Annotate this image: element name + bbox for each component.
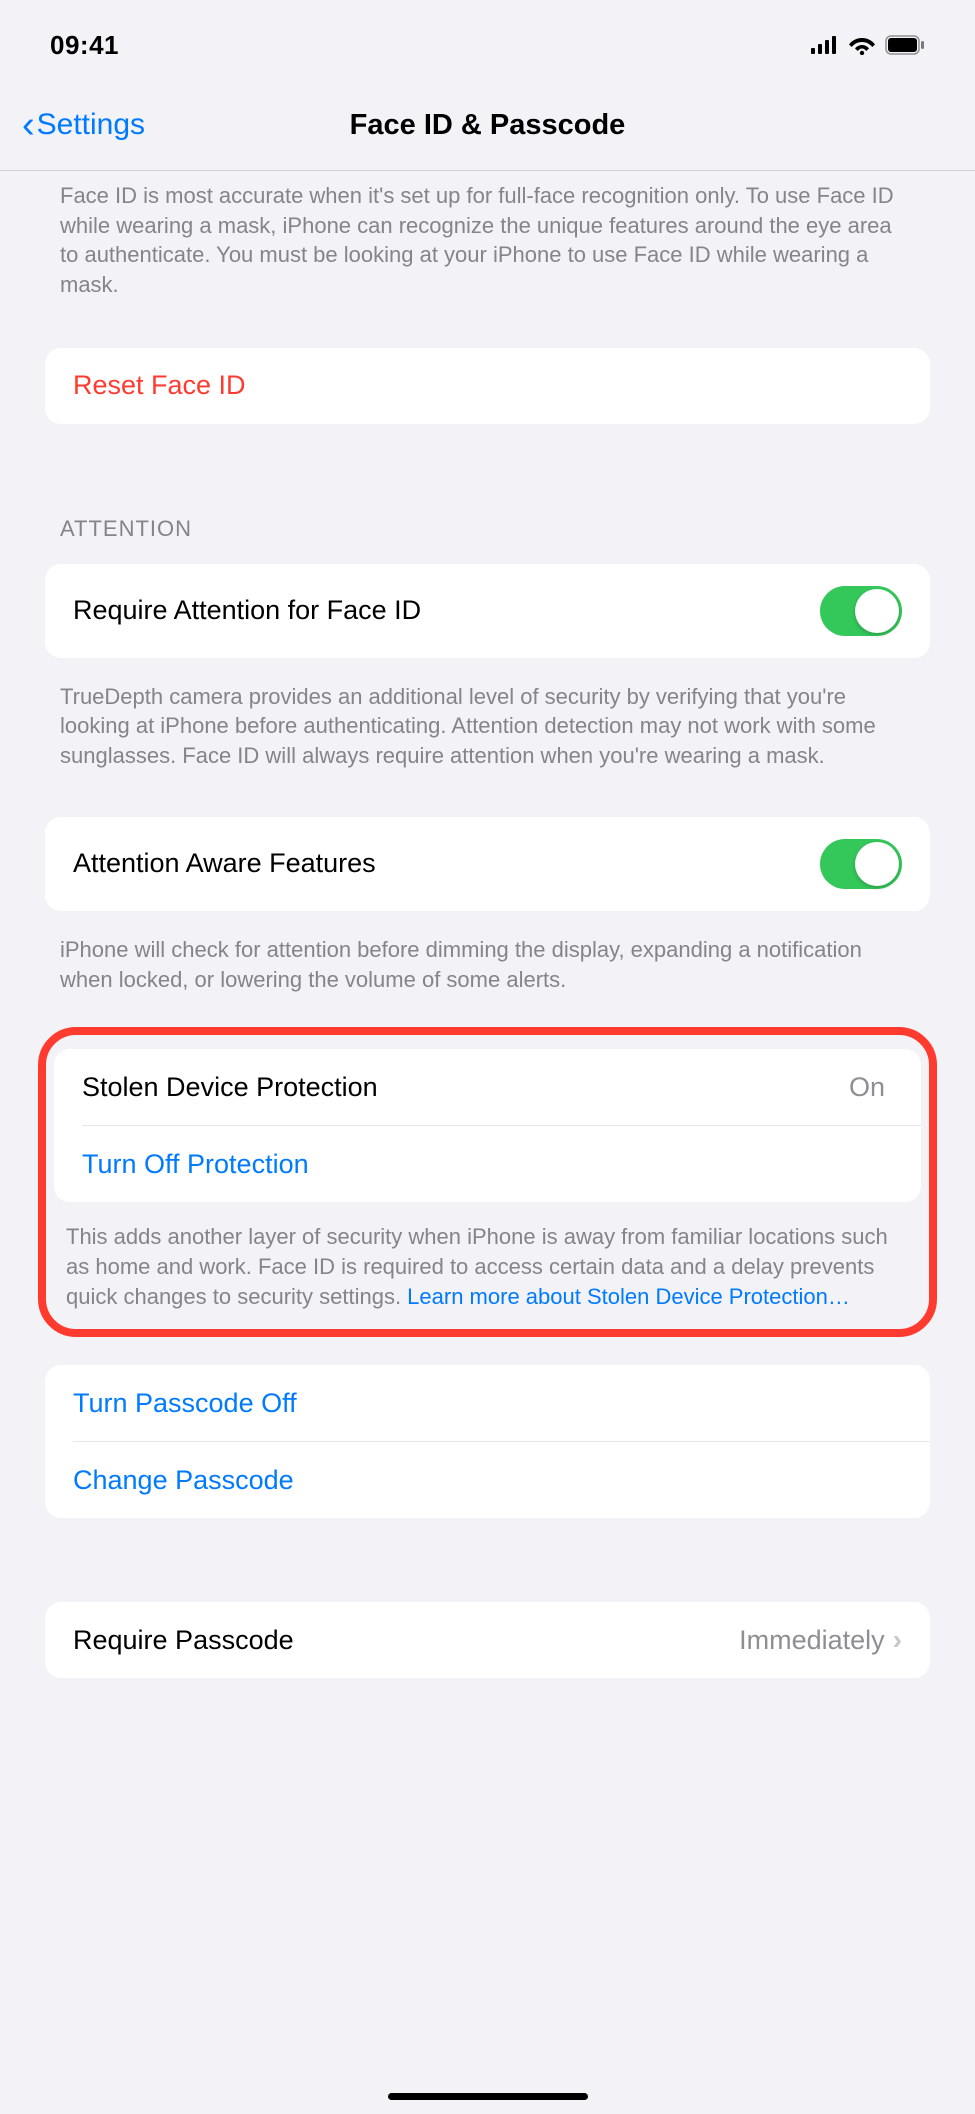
sdp-turnoff-label: Turn Off Protection [82,1149,309,1180]
status-icons [811,35,925,55]
status-bar: 09:41 [0,0,975,80]
attention-aware-group: Attention Aware Features [45,817,930,911]
require-passcode-group: Require Passcode Immediately › [45,1602,930,1678]
spacer [0,1530,975,1590]
back-button[interactable]: ‹ Settings [22,108,145,142]
home-indicator[interactable] [388,2093,588,2100]
nav-bar: ‹ Settings Face ID & Passcode [0,80,975,171]
toggle-knob [855,842,899,886]
toggle-knob [855,589,899,633]
change-passcode-label: Change Passcode [73,1465,294,1496]
sdp-value: On [849,1072,885,1103]
highlight-box: Stolen Device Protection On Turn Off Pro… [38,1027,937,1337]
cellular-icon [811,36,839,54]
turn-passcode-off-button[interactable]: Turn Passcode Off [45,1365,930,1441]
require-attention-label: Require Attention for Face ID [73,595,421,626]
change-passcode-button[interactable]: Change Passcode [45,1442,930,1518]
chevron-left-icon: ‹ [22,110,35,140]
sdp-turnoff-button[interactable]: Turn Off Protection [54,1126,921,1202]
attention-aware-label: Attention Aware Features [73,848,376,879]
cell-right: Immediately › [739,1624,902,1656]
attention-aware-row: Attention Aware Features [45,817,930,911]
require-attention-footer: TrueDepth camera provides an additional … [0,670,975,779]
require-attention-group: Require Attention for Face ID [45,564,930,658]
sdp-learn-more-link[interactable]: Learn more about Stolen Device Protectio… [407,1284,850,1309]
sdp-label: Stolen Device Protection [82,1072,378,1103]
turn-passcode-off-label: Turn Passcode Off [73,1388,297,1419]
require-attention-toggle[interactable] [820,586,902,636]
require-passcode-label: Require Passcode [73,1625,294,1656]
reset-faceid-group: Reset Face ID [45,348,930,424]
battery-icon [885,35,925,55]
content: Face ID is most accurate when it's set u… [0,171,975,1678]
require-attention-row: Require Attention for Face ID [45,564,930,658]
chevron-right-icon: › [893,1624,902,1656]
passcode-group: Turn Passcode Off Change Passcode [45,1365,930,1518]
sdp-footer: This adds another layer of security when… [46,1210,929,1319]
reset-faceid-button[interactable]: Reset Face ID [45,348,930,424]
reset-faceid-label: Reset Face ID [73,370,246,401]
sdp-group: Stolen Device Protection On Turn Off Pro… [54,1049,921,1202]
faceid-mask-footer: Face ID is most accurate when it's set u… [0,171,975,308]
page-title: Face ID & Passcode [0,109,975,142]
require-passcode-row[interactable]: Require Passcode Immediately › [45,1602,930,1678]
attention-aware-footer: iPhone will check for attention before d… [0,923,975,1002]
sdp-row[interactable]: Stolen Device Protection On [54,1049,921,1125]
attention-aware-toggle[interactable] [820,839,902,889]
back-label: Settings [37,108,145,142]
status-time: 09:41 [50,30,119,61]
require-passcode-value: Immediately [739,1625,885,1656]
wifi-icon [849,35,875,55]
attention-header: ATTENTION [0,436,975,552]
